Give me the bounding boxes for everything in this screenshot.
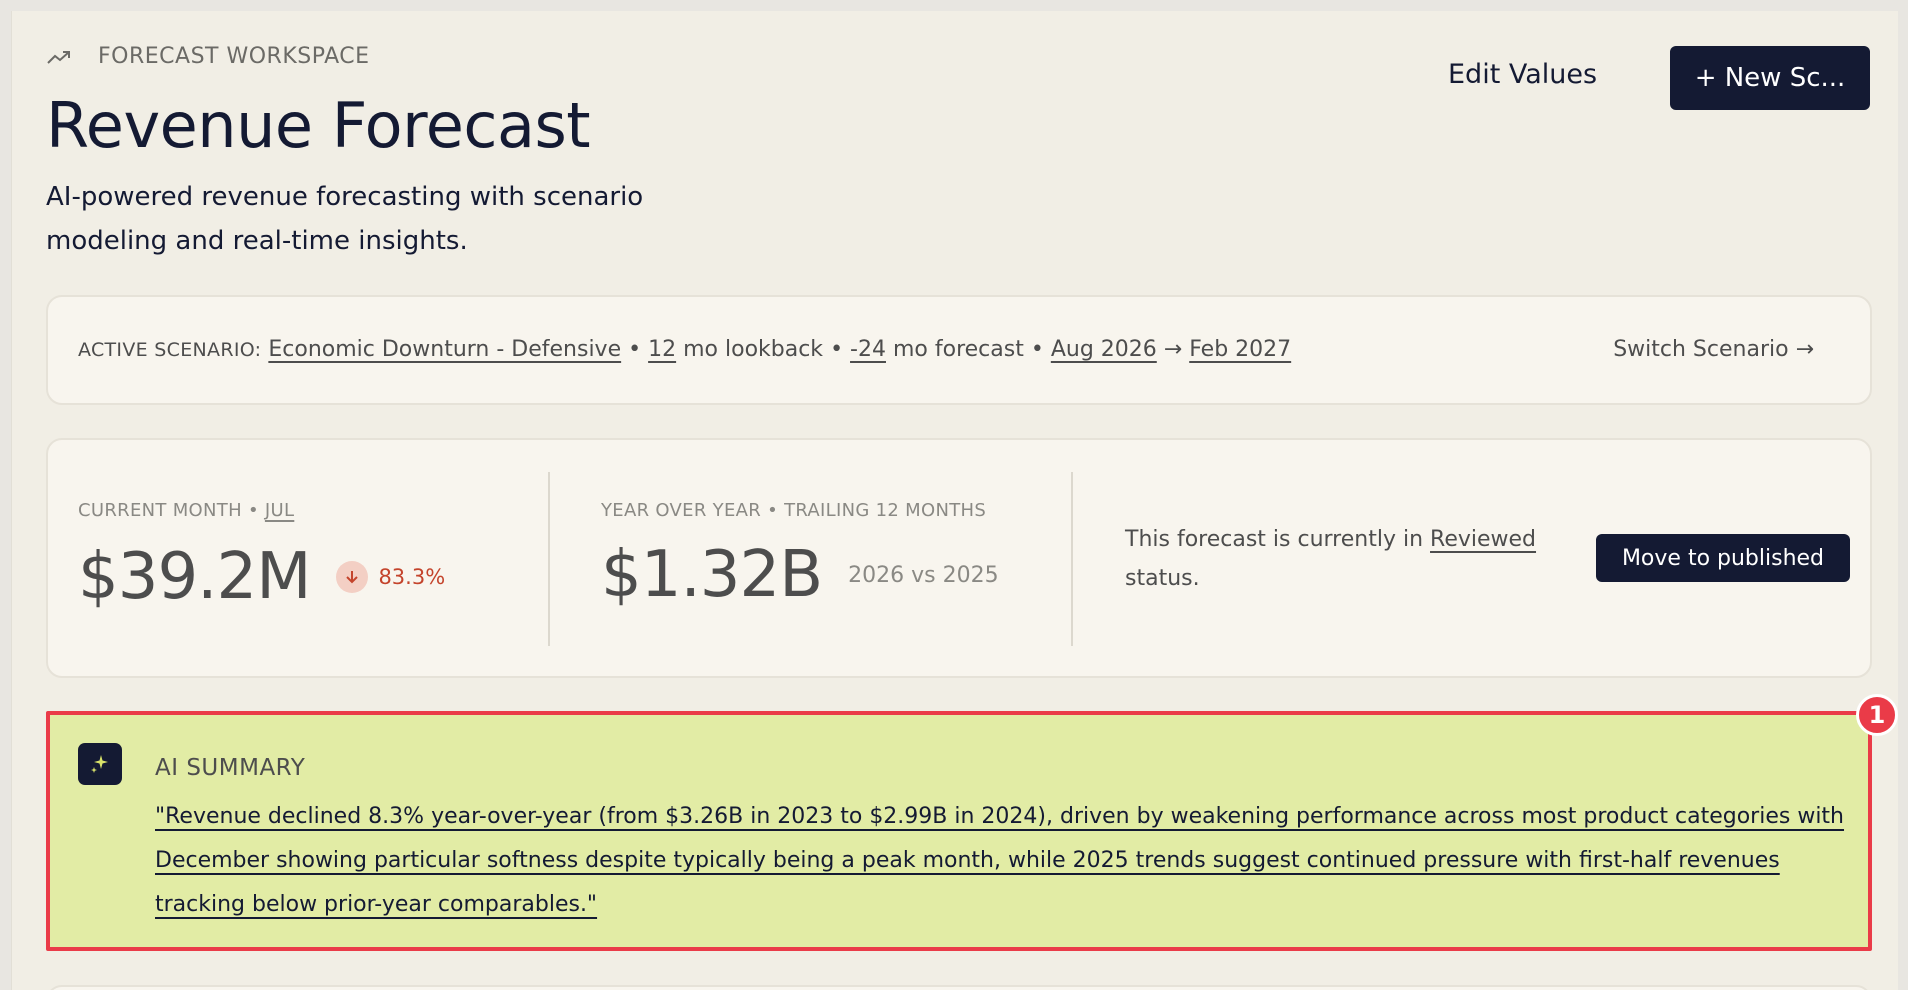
edit-values-button[interactable]: Edit Values bbox=[1448, 59, 1597, 90]
forecast-start-date[interactable]: Aug 2026 bbox=[1051, 337, 1157, 362]
ai-summary-card: AI SUMMARY "Revenue declined 8.3% year-o… bbox=[46, 711, 1872, 951]
status-link[interactable]: Reviewed bbox=[1430, 527, 1536, 552]
divider bbox=[1071, 472, 1073, 646]
lookback-value[interactable]: 12 bbox=[648, 337, 676, 362]
page: FORECAST WORKSPACE Revenue Forecast AI-p… bbox=[11, 11, 1898, 990]
next-card-edge bbox=[46, 985, 1872, 990]
status-section: This forecast is currently in Reviewed s… bbox=[1125, 440, 1585, 676]
separator: • bbox=[830, 337, 844, 362]
separator: • bbox=[1030, 337, 1044, 362]
forecast-end-date[interactable]: Feb 2027 bbox=[1189, 337, 1291, 362]
ai-summary-text[interactable]: "Revenue declined 8.3% year-over-year (f… bbox=[155, 795, 1845, 927]
yoy-value: $1.32B bbox=[601, 538, 823, 612]
current-month-label: CURRENT MONTH • JUL bbox=[78, 500, 294, 521]
move-to-published-button[interactable]: Move to published bbox=[1596, 534, 1850, 582]
current-month-value-row: $39.2M 83.3% bbox=[78, 540, 445, 614]
delta-badge: 83.3% bbox=[336, 561, 445, 593]
scenario-name-link[interactable]: Economic Downturn - Defensive bbox=[268, 337, 621, 362]
ai-summary-label: AI SUMMARY bbox=[155, 755, 306, 781]
current-month-value: $39.2M bbox=[78, 540, 311, 614]
yoy-metric: YEAR OVER YEAR • TRAILING 12 MONTHS $1.3… bbox=[601, 440, 1061, 676]
active-scenario-card: ACTIVE SCENARIO: Economic Downturn - Def… bbox=[46, 295, 1872, 405]
current-month-label-text: CURRENT MONTH bbox=[78, 500, 242, 521]
status-text-before: This forecast is currently in bbox=[1125, 527, 1424, 552]
month-selector[interactable]: JUL bbox=[265, 500, 294, 521]
yoy-label-text: YEAR OVER YEAR bbox=[601, 500, 762, 521]
eyebrow-label: FORECAST WORKSPACE bbox=[98, 44, 370, 69]
eyebrow: FORECAST WORKSPACE bbox=[46, 44, 370, 69]
switch-scenario-link[interactable]: Switch Scenario → bbox=[1613, 337, 1814, 362]
separator: • bbox=[247, 500, 259, 521]
trailing-label: TRAILING 12 MONTHS bbox=[784, 500, 987, 521]
annotation-badge: 1 bbox=[1856, 694, 1898, 736]
metrics-card: CURRENT MONTH • JUL $39.2M 83.3% YEAR OV… bbox=[46, 438, 1872, 678]
lookback-suffix: mo lookback bbox=[683, 337, 824, 362]
status-text-after: status. bbox=[1125, 566, 1200, 591]
separator: • bbox=[628, 337, 642, 362]
yoy-label: YEAR OVER YEAR • TRAILING 12 MONTHS bbox=[601, 500, 986, 521]
divider bbox=[548, 472, 550, 646]
forecast-suffix: mo forecast bbox=[892, 337, 1024, 362]
trend-up-icon bbox=[47, 50, 70, 64]
forecast-value[interactable]: -24 bbox=[850, 337, 886, 362]
scenario-label: ACTIVE SCENARIO: bbox=[78, 339, 262, 361]
page-subtitle: AI-powered revenue forecasting with scen… bbox=[46, 182, 644, 256]
separator: • bbox=[767, 500, 779, 521]
scenario-details: ACTIVE SCENARIO: Economic Downturn - Def… bbox=[78, 337, 1291, 362]
yoy-value-row: $1.32B 2026 vs 2025 bbox=[601, 538, 999, 612]
arrow-down-icon bbox=[336, 561, 369, 593]
page-title: Revenue Forecast bbox=[46, 89, 591, 162]
delta-value: 83.3% bbox=[378, 565, 446, 589]
arrow: → bbox=[1163, 337, 1183, 362]
yoy-comparison: 2026 vs 2025 bbox=[848, 562, 999, 588]
sparkle-icon bbox=[78, 743, 122, 785]
new-scenario-button[interactable]: + New Sc... bbox=[1670, 46, 1870, 110]
status-text: This forecast is currently in Reviewed s… bbox=[1125, 520, 1565, 598]
current-month-metric: CURRENT MONTH • JUL $39.2M 83.3% bbox=[78, 440, 538, 676]
